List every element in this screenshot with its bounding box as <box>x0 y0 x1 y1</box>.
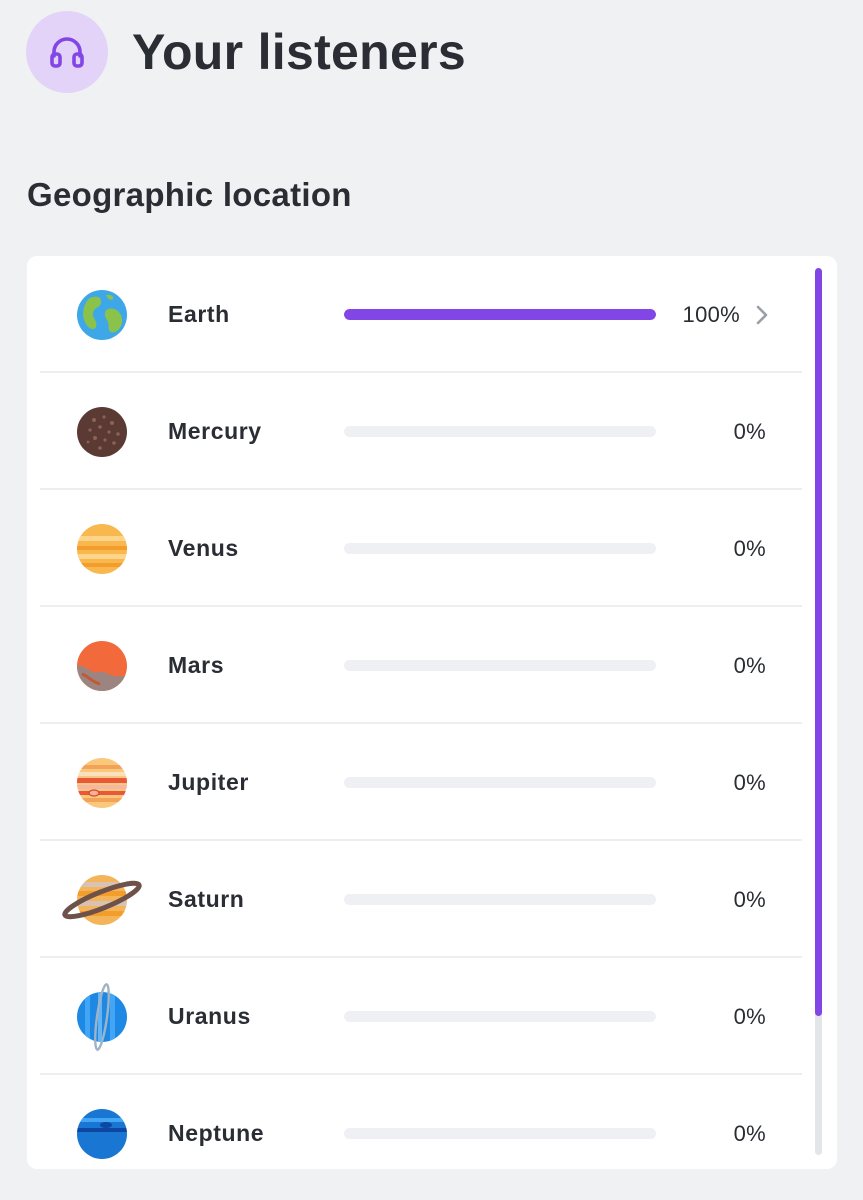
mercury-icon <box>62 406 162 458</box>
location-row-uranus: Uranus 0% <box>40 958 802 1075</box>
location-name: Venus <box>168 535 239 561</box>
location-percentage: 0% <box>733 652 766 678</box>
location-name: Mars <box>168 652 225 678</box>
mars-icon <box>62 640 162 692</box>
location-row-neptune: Neptune 0% <box>40 1075 802 1169</box>
location-percentage: 0% <box>733 886 766 912</box>
page-header: Your listeners <box>26 10 466 94</box>
location-list: Earth 100% Mercury 0% Venus 0% Mars 0% J… <box>40 256 802 1169</box>
percentage-bar <box>344 543 656 554</box>
location-name: Uranus <box>168 1003 251 1029</box>
percentage-bar <box>344 309 656 320</box>
location-percentage: 0% <box>733 769 766 795</box>
saturn-icon <box>62 874 162 926</box>
location-name: Jupiter <box>168 769 249 795</box>
chevron-right-icon[interactable] <box>752 303 772 327</box>
percentage-bar-fill <box>344 309 656 320</box>
location-row-saturn: Saturn 0% <box>40 841 802 958</box>
percentage-bar <box>344 1011 656 1022</box>
location-row-venus: Venus 0% <box>40 490 802 607</box>
percentage-bar <box>344 660 656 671</box>
headphones-icon <box>26 11 108 93</box>
location-percentage: 0% <box>733 1003 766 1029</box>
uranus-icon <box>62 983 162 1051</box>
scrollbar[interactable] <box>815 268 822 1155</box>
location-row-mars: Mars 0% <box>40 607 802 724</box>
jupiter-icon <box>62 757 162 809</box>
percentage-bar <box>344 1128 656 1139</box>
location-name: Mercury <box>168 418 262 444</box>
percentage-bar <box>344 894 656 905</box>
location-row-mercury: Mercury 0% <box>40 373 802 490</box>
location-card: Earth 100% Mercury 0% Venus 0% Mars 0% J… <box>27 256 837 1169</box>
location-row-earth[interactable]: Earth 100% <box>40 256 802 373</box>
location-percentage: 0% <box>733 1120 766 1146</box>
scrollbar-thumb[interactable] <box>815 268 822 1016</box>
location-name: Saturn <box>168 886 245 912</box>
location-row-jupiter: Jupiter 0% <box>40 724 802 841</box>
location-percentage: 100% <box>682 301 740 327</box>
neptune-icon <box>62 1108 162 1160</box>
earth-icon <box>62 289 162 341</box>
section-title: Geographic location <box>27 176 352 213</box>
page-title: Your listeners <box>132 24 466 80</box>
location-percentage: 0% <box>733 418 766 444</box>
percentage-bar <box>344 777 656 788</box>
location-name: Neptune <box>168 1120 265 1146</box>
percentage-bar <box>344 426 656 437</box>
venus-icon <box>62 523 162 575</box>
location-name: Earth <box>168 301 230 327</box>
location-percentage: 0% <box>733 535 766 561</box>
